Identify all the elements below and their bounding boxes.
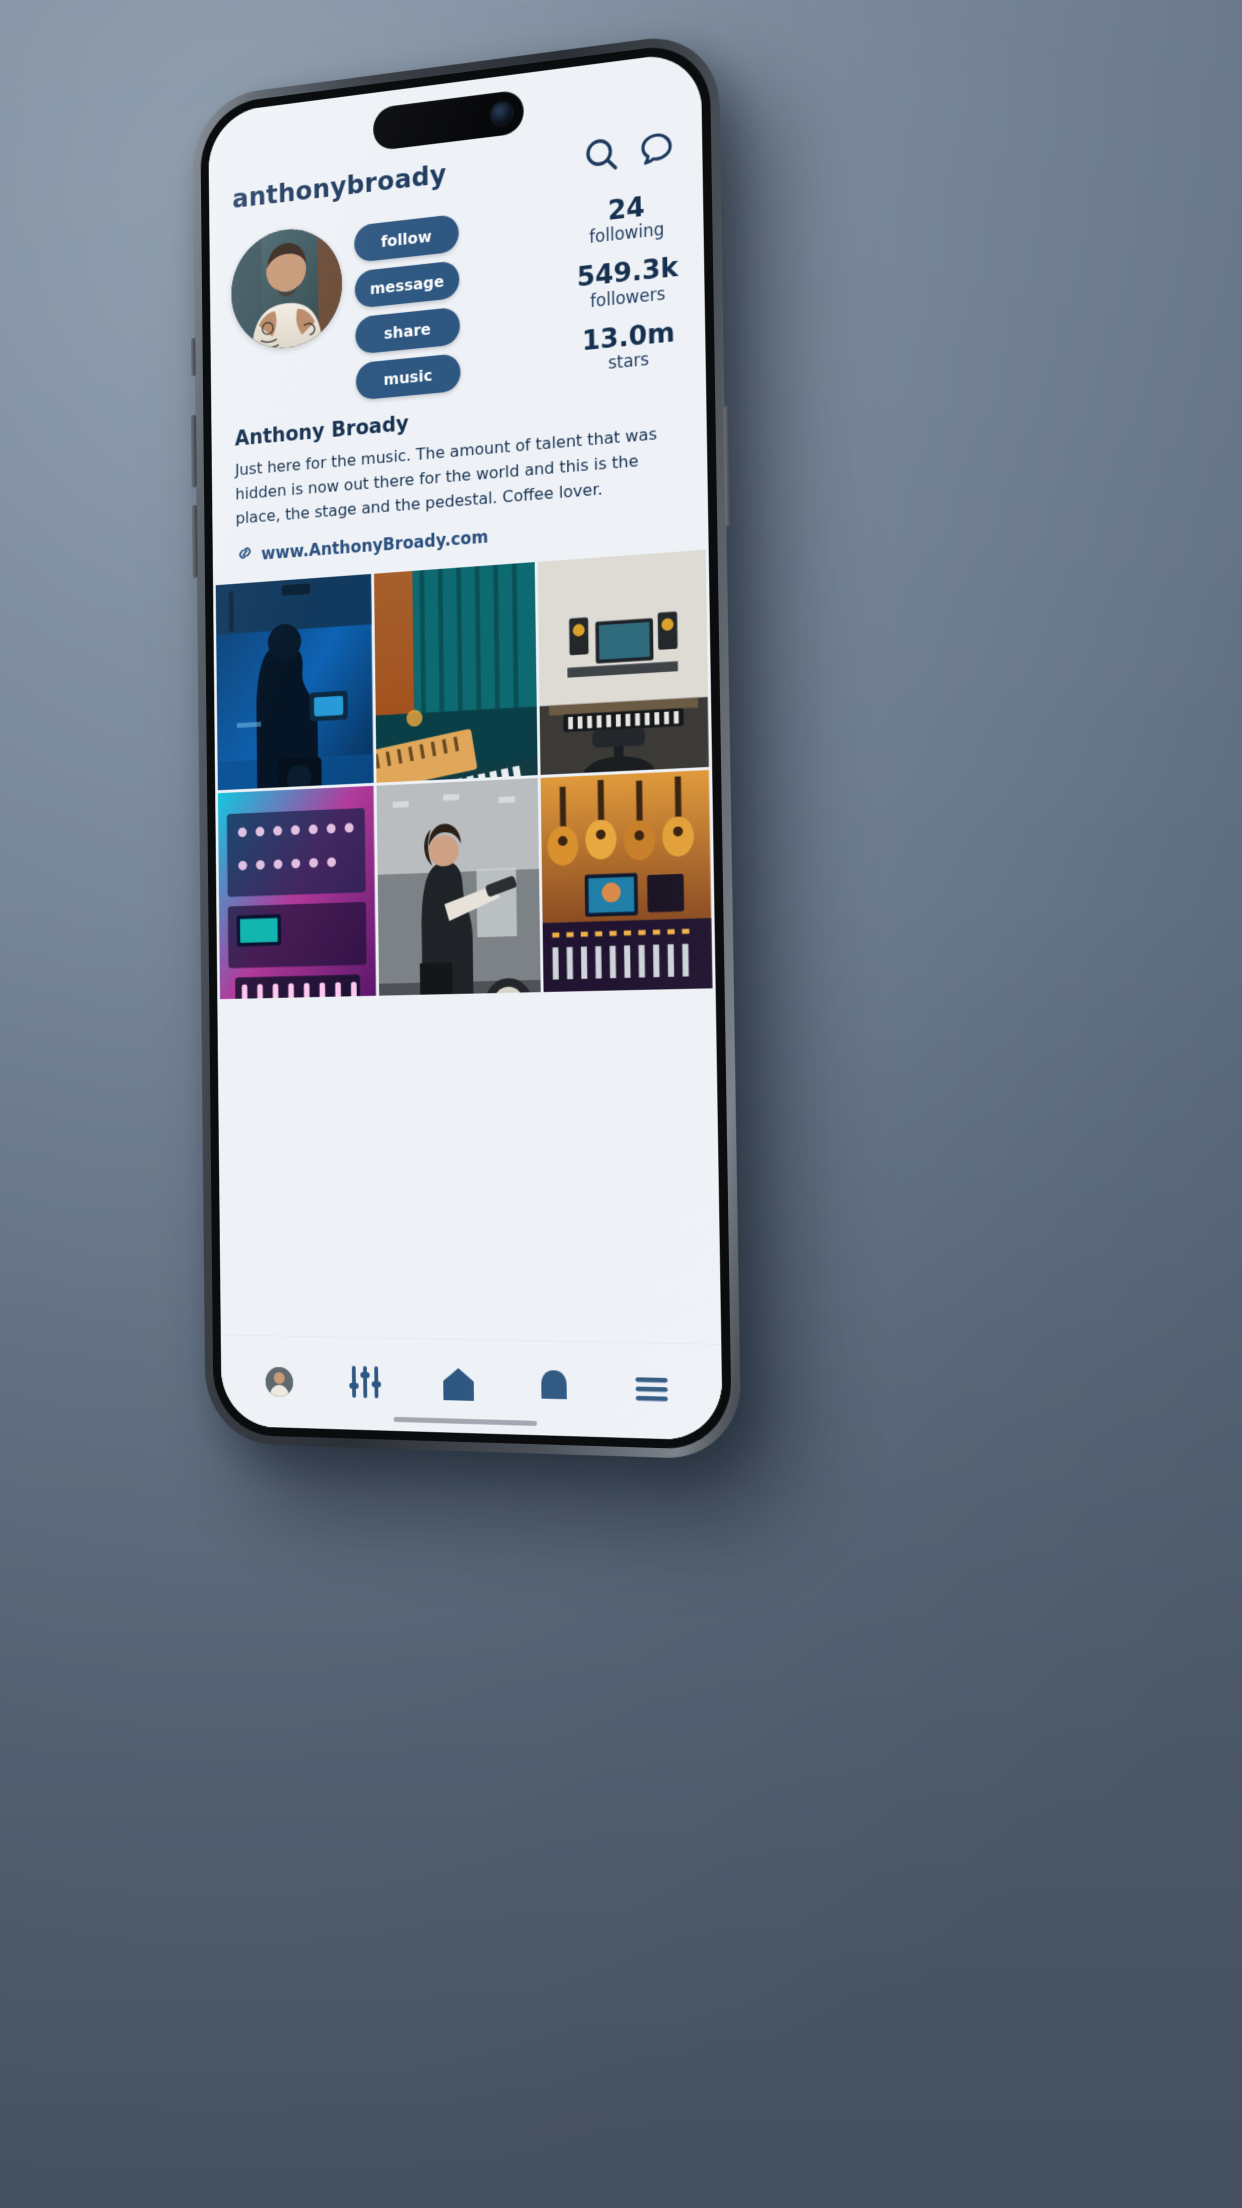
profile-stats: 24 following 549.3k followers 13.0m star… bbox=[576, 184, 684, 376]
following-count: 24 bbox=[607, 191, 645, 227]
post-thumbnail-6[interactable] bbox=[540, 770, 713, 993]
post-thumbnail-5[interactable] bbox=[376, 778, 542, 996]
post-image-4 bbox=[217, 786, 377, 1000]
tab-menu[interactable] bbox=[631, 1367, 674, 1416]
phone-stage: anthonybroady follow message share music… bbox=[0, 0, 1242, 2208]
profile-action-buttons: follow message share music bbox=[354, 210, 461, 401]
sliders-icon bbox=[345, 1361, 385, 1408]
phone-bezel: anthonybroady follow message share music… bbox=[200, 39, 733, 1451]
post-thumbnail-4[interactable] bbox=[217, 786, 377, 1000]
phone-screen: anthonybroady follow message share music… bbox=[208, 50, 723, 1441]
following-label: following bbox=[589, 219, 665, 249]
power-button[interactable] bbox=[723, 405, 732, 527]
avatar-image bbox=[230, 223, 343, 354]
post-image-3 bbox=[537, 549, 710, 776]
front-camera-icon bbox=[491, 101, 513, 126]
volume-down-button[interactable] bbox=[191, 504, 198, 579]
post-thumbnail-1[interactable] bbox=[215, 574, 374, 791]
home-indicator bbox=[393, 1416, 537, 1426]
link-icon bbox=[236, 543, 254, 569]
bell-icon bbox=[533, 1365, 575, 1413]
stars-count: 13.0m bbox=[581, 316, 676, 357]
hamburger-icon bbox=[631, 1367, 674, 1416]
message-icon[interactable] bbox=[637, 126, 677, 171]
bottom-tab-bar bbox=[220, 1334, 723, 1441]
follow-button[interactable]: follow bbox=[354, 213, 459, 263]
following-stat[interactable]: 24 following bbox=[589, 190, 665, 249]
post-image-5 bbox=[376, 778, 542, 996]
tab-alerts[interactable] bbox=[533, 1365, 575, 1413]
tab-profile[interactable] bbox=[265, 1366, 293, 1398]
home-icon bbox=[438, 1363, 479, 1410]
app-root: anthonybroady follow message share music… bbox=[208, 50, 723, 1441]
tab-home[interactable] bbox=[438, 1363, 479, 1410]
share-button[interactable]: share bbox=[355, 306, 461, 355]
link-text: www.AnthonyBroady.com bbox=[261, 527, 489, 565]
phone-device: anthonybroady follow message share music… bbox=[190, 29, 742, 1461]
post-image-1 bbox=[215, 574, 374, 791]
silence-switch[interactable] bbox=[190, 337, 196, 377]
tab-mixer[interactable] bbox=[345, 1361, 385, 1408]
post-image-6 bbox=[540, 770, 713, 993]
stars-label: stars bbox=[607, 349, 650, 374]
followers-stat[interactable]: 549.3k followers bbox=[576, 251, 679, 313]
avatar[interactable] bbox=[230, 223, 343, 354]
post-grid bbox=[213, 549, 716, 1000]
avatar-icon bbox=[265, 1366, 293, 1398]
post-image-2 bbox=[373, 562, 538, 783]
header-actions bbox=[582, 126, 677, 177]
post-thumbnail-3[interactable] bbox=[537, 549, 710, 776]
volume-up-button[interactable] bbox=[190, 414, 197, 488]
stars-stat[interactable]: 13.0m stars bbox=[581, 316, 676, 376]
search-icon[interactable] bbox=[582, 133, 622, 178]
followers-label: followers bbox=[590, 283, 666, 312]
post-thumbnail-2[interactable] bbox=[373, 562, 538, 783]
followers-count: 549.3k bbox=[576, 251, 679, 294]
message-button[interactable]: message bbox=[354, 260, 460, 309]
